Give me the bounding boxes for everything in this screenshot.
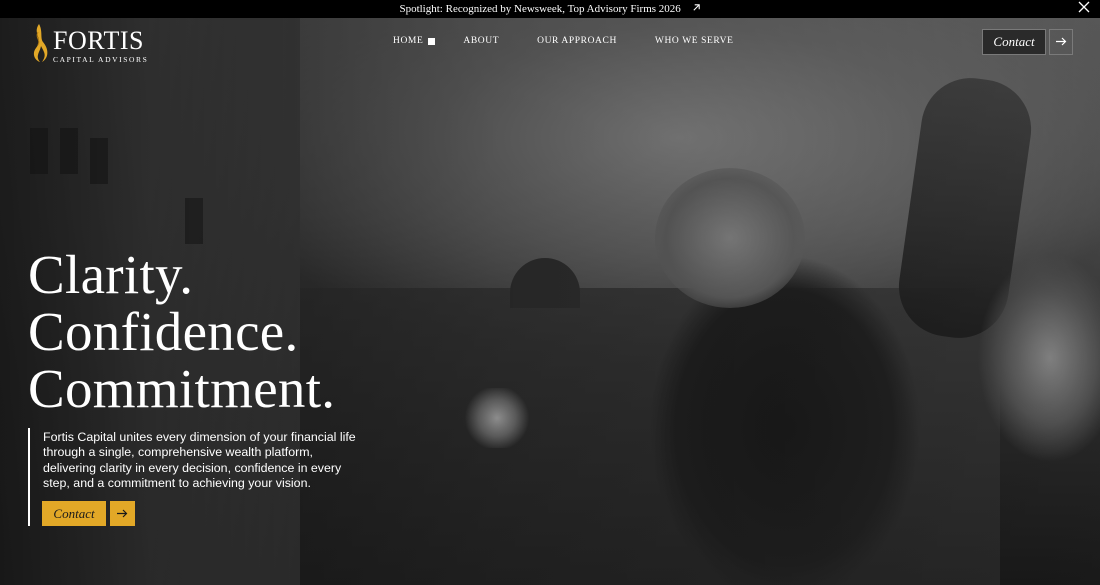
nav-item-about[interactable]: ABOUT [463,36,499,46]
arrow-right-icon [1055,33,1067,51]
arrow-right-icon [117,505,128,523]
hero-contact-button[interactable]: Contact [42,501,106,526]
spotlight-text: Spotlight: Recognized by Newsweek, Top A… [399,3,681,15]
nav-item-our-approach[interactable]: OUR APPROACH [537,36,617,46]
spotlight-link[interactable]: Spotlight: Recognized by Newsweek, Top A… [399,3,700,15]
header-contact-arrow-button[interactable] [1049,29,1073,55]
close-icon[interactable] [1078,1,1090,16]
nav-item-who-we-serve[interactable]: WHO WE SERVE [655,36,734,46]
headline-line: Confidence. [28,301,299,362]
header-contact-button[interactable]: Contact [982,29,1046,55]
header-contact-label: Contact [993,34,1035,49]
nav-item-label: ABOUT [463,36,500,46]
headline-line: Clarity. [28,244,194,305]
nav-item-label: WHO WE SERVE [654,36,734,46]
nav-item-home[interactable]: HOME [393,36,436,46]
brand-logo[interactable]: FORTIS CAPITAL ADVISORS [28,22,148,69]
nav-item-label: OUR APPROACH [537,36,617,46]
hero-contact-arrow-button[interactable] [110,501,135,526]
brand-tagline: CAPITAL ADVISORS [53,54,149,64]
hero-contact-label: Contact [53,505,95,521]
nav-item-label: HOME [393,36,424,46]
main-nav: HOME ABOUT OUR APPROACH WHO WE SERVE [393,36,733,46]
active-indicator-icon [428,37,436,45]
brand-name: FORTIS [53,25,145,55]
arrow-up-right-icon [692,3,701,15]
hero-intro-text: Fortis Capital unites every dimension of… [43,430,356,490]
spotlight-bar: Spotlight: Recognized by Newsweek, Top A… [0,0,1100,18]
flame-icon [28,22,50,69]
headline-line: Commitment. [28,358,336,419]
hero-headline: Clarity. Confidence. Commitment. [28,246,335,417]
